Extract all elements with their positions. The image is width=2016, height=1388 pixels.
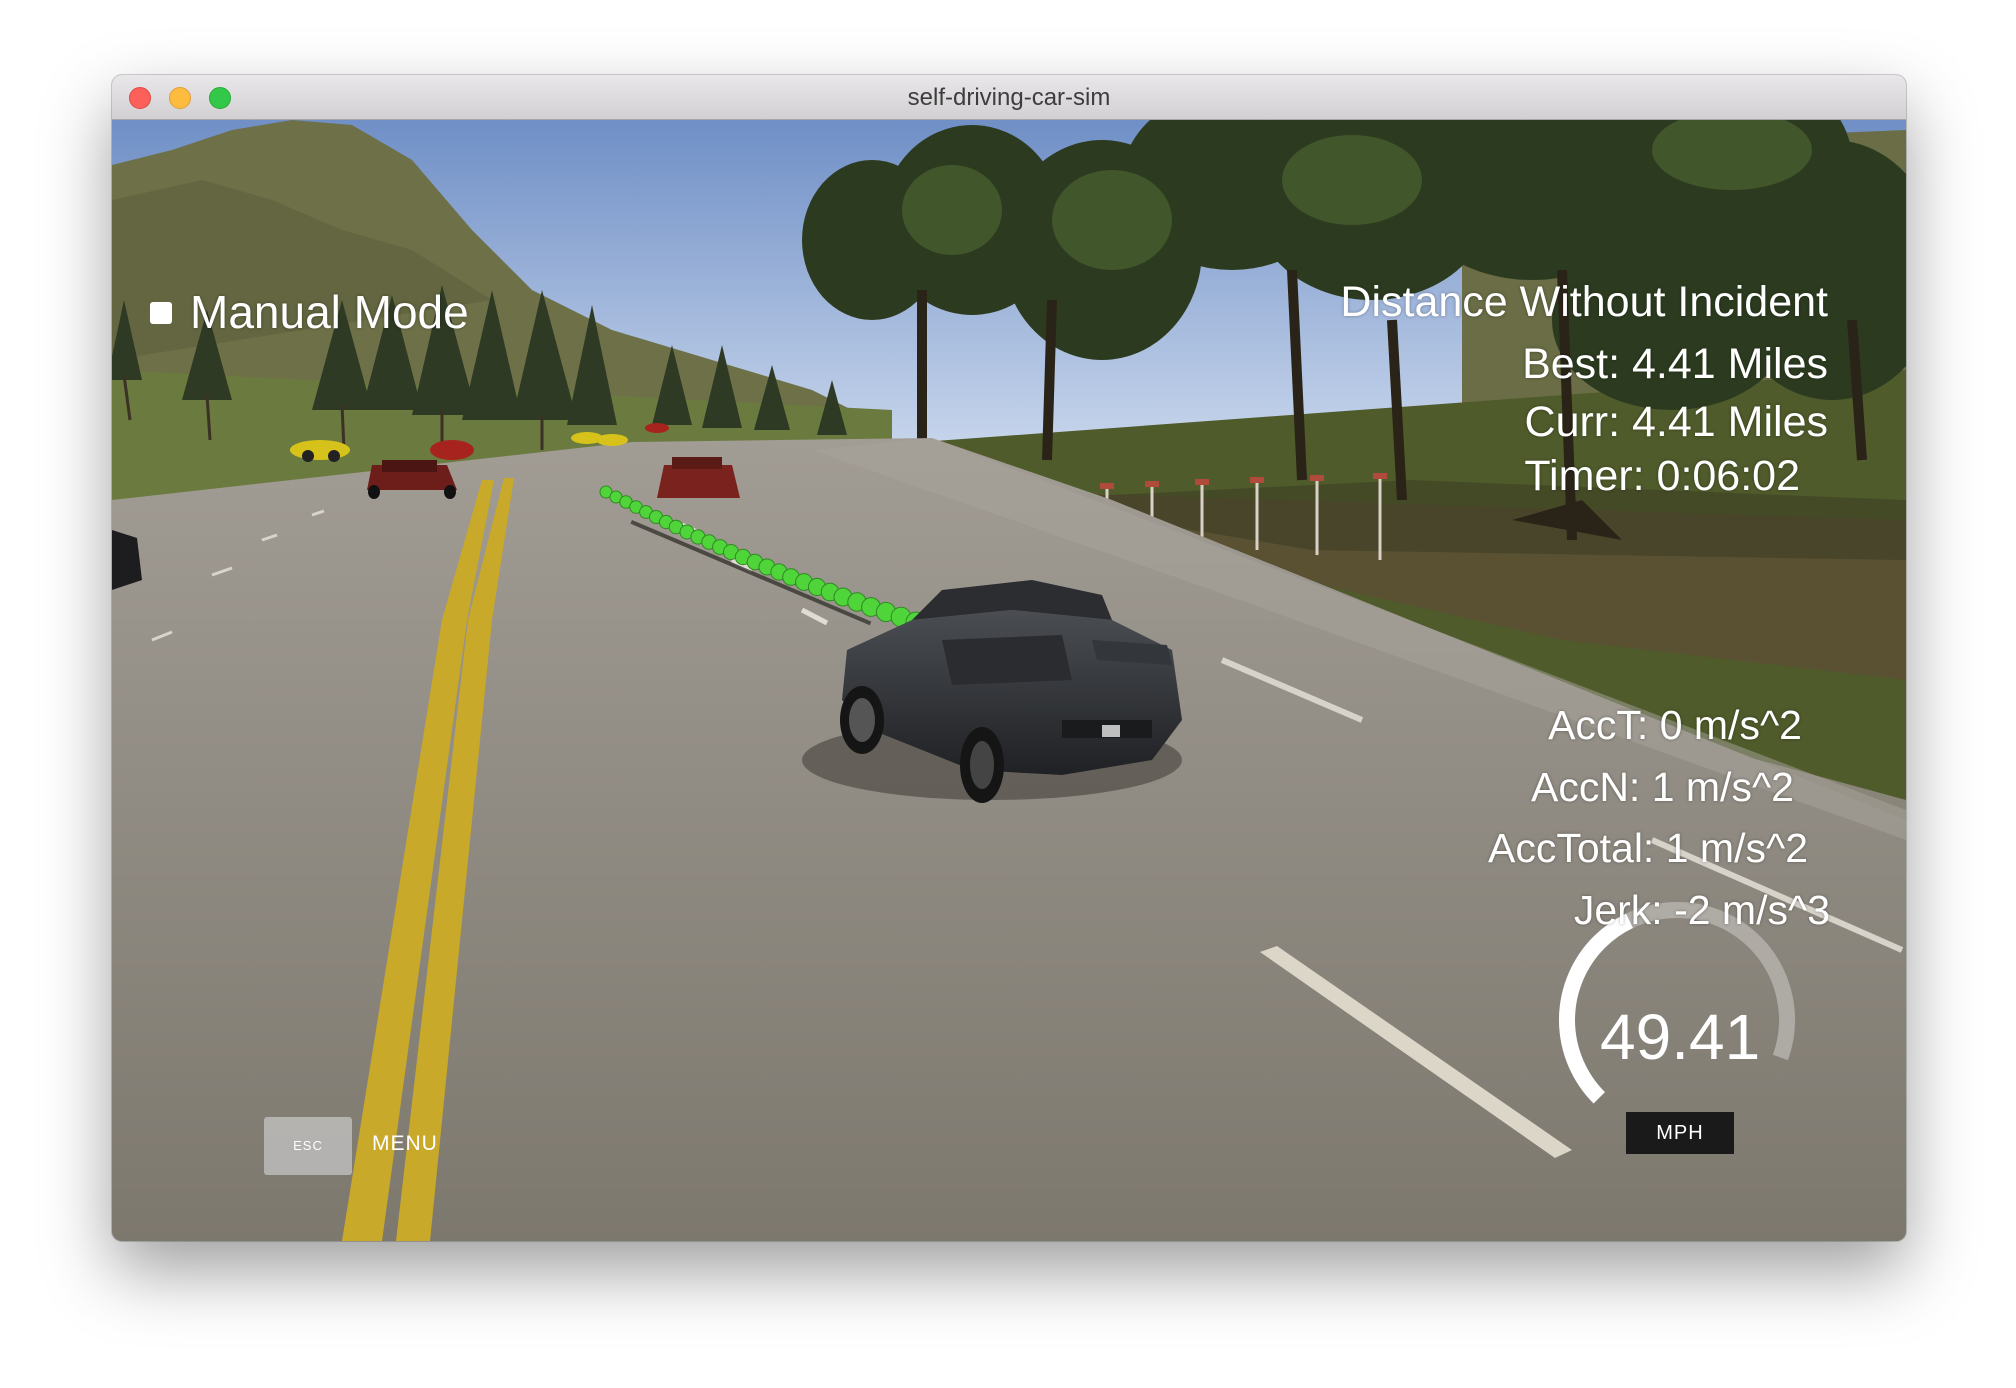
jerk: Jerk: -2 m/s^3 [1573,887,1830,933]
speed-unit: MPH [1626,1112,1734,1154]
simulation-viewport: Manual Mode Distance Without Incident Be… [112,120,1906,1241]
menu-label[interactable]: MENU [372,1132,438,1156]
acceleration-total: AccTotal: 1 m/s^2 [1487,825,1808,871]
manual-mode-label: Manual Mode [190,286,469,338]
distance-title: Distance Without Incident [1340,278,1828,326]
acceleration-tangential: AccT: 0 m/s^2 [1548,702,1802,748]
car-red-1 [430,440,474,460]
window-title: self-driving-car-sim [907,84,1111,111]
title-bar[interactable]: self-driving-car-sim [112,75,1906,120]
manual-mode-checkbox[interactable] [150,302,172,324]
speed-readout: 49.41 [1600,1001,1761,1073]
car-red-3 [645,423,669,433]
acceleration-normal: AccN: 1 m/s^2 [1530,764,1794,810]
best-distance: Best: 4.41 Miles [1522,340,1828,388]
current-distance: Curr: 4.41 Miles [1524,398,1828,446]
esc-key-button[interactable]: ESC [264,1117,352,1175]
simulator-window: self-driving-car-sim Manual Mode Distanc… [112,75,1906,1241]
timer: Timer: 0:06:02 [1524,452,1800,500]
